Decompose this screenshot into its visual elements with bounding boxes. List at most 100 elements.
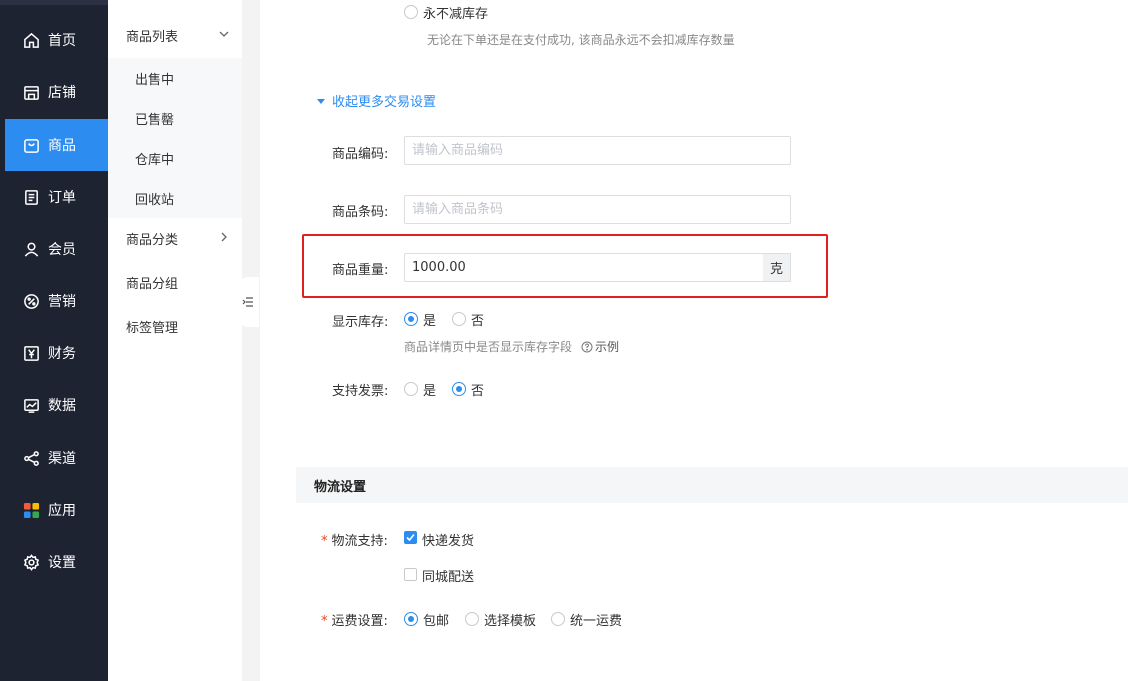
freight-text: 运费设置: (331, 614, 388, 629)
collapse-menu-icon (242, 297, 253, 307)
barcode-input[interactable] (404, 195, 791, 224)
chevron-down-icon (219, 31, 229, 37)
toggle-more-settings[interactable]: 收起更多交易设置 (316, 91, 436, 110)
submenu-item-label: 仓库中 (135, 152, 175, 168)
submenu-group-grouping[interactable]: 商品分组 (108, 260, 242, 304)
submenu-group-label: 商品列表 (126, 29, 179, 45)
main-nav: 首页 店铺 商品 订单 会员 营销 财务 数据 渠道 应用 设置 (0, 0, 108, 681)
nav-item-settings[interactable]: 设置 (0, 536, 108, 588)
weight-unit: 克 (763, 253, 791, 282)
nav-item-apps[interactable]: 应用 (0, 484, 108, 536)
show-stock-example-link[interactable]: 示例 (581, 338, 619, 355)
submenu-group-label: 商品分组 (126, 276, 179, 292)
nav-label: 会员 (48, 242, 76, 258)
submenu-item-label: 回收站 (135, 192, 175, 208)
nav-label: 数据 (48, 398, 76, 414)
home-icon (22, 31, 40, 49)
flat-rate-label: 统一运费 (570, 614, 623, 629)
code-input[interactable] (404, 136, 791, 165)
express-label: 快递发货 (422, 534, 475, 549)
nav-item-orders[interactable]: 订单 (0, 171, 108, 223)
show-stock-label: 显示库存: (332, 315, 389, 330)
order-icon (22, 188, 40, 206)
chevron-right-icon (221, 232, 227, 242)
express-checkbox[interactable] (404, 531, 417, 544)
submenu-list: 出售中 已售罄 仓库中 回收站 (108, 58, 242, 218)
nav-label: 营销 (48, 294, 76, 310)
store-icon (22, 83, 40, 101)
help-circle-icon (581, 341, 593, 352)
nav-item-channels[interactable]: 渠道 (0, 432, 108, 484)
local-delivery-checkbox[interactable] (404, 568, 417, 581)
invoice-label: 支持发票: (332, 384, 389, 399)
nav-label: 店铺 (48, 85, 76, 101)
nav-item-home[interactable]: 首页 (0, 14, 108, 66)
submenu-item-label: 出售中 (135, 72, 175, 88)
toggle-more-label: 收起更多交易设置 (332, 95, 437, 110)
logistics-section-title: 物流设置 (314, 479, 367, 495)
finance-icon (22, 344, 40, 362)
flat-rate-radio[interactable] (551, 612, 565, 626)
goods-edit-form: 永不减库存 无论在下单还是在支付成功, 该商品永远不会扣减库存数量 收起更多交易… (260, 0, 1128, 681)
nav-item-store[interactable]: 店铺 (0, 66, 108, 118)
show-stock-example-label: 示例 (595, 340, 620, 354)
show-stock-no-label: 否 (471, 314, 485, 329)
nav-item-members[interactable]: 会员 (0, 223, 108, 275)
nav-item-goods[interactable]: 商品 (5, 119, 108, 171)
invoice-yes-label: 是 (423, 384, 437, 399)
check-icon (406, 533, 415, 542)
apps-icon (22, 501, 40, 519)
weight-input[interactable] (404, 253, 764, 282)
show-stock-no-radio[interactable] (452, 312, 466, 326)
submenu-group-category[interactable]: 商品分类 (108, 216, 242, 260)
collapse-menu-button[interactable] (237, 277, 259, 327)
freight-label: * 运费设置: (321, 610, 388, 629)
nav-label: 首页 (48, 33, 76, 49)
required-asterisk: * (321, 614, 328, 629)
nav-item-data[interactable]: 数据 (0, 379, 108, 431)
logistics-section-header: 物流设置 (296, 467, 1128, 503)
submenu-group-label: 标签管理 (126, 320, 179, 336)
bag-icon (22, 136, 40, 154)
submenu-group-goods-list[interactable]: 商品列表 (108, 13, 242, 57)
submenu-item-recycle-bin[interactable]: 回收站 (108, 178, 242, 218)
nav-label: 订单 (48, 190, 76, 206)
logistics-support-label: * 物流支持: (321, 530, 388, 549)
required-asterisk: * (321, 534, 328, 549)
goods-submenu: 商品列表 出售中 已售罄 仓库中 回收站 商品分类 商品分组 标签管理 (108, 0, 242, 681)
nav-label: 渠道 (48, 451, 76, 467)
submenu-item-on-sale[interactable]: 出售中 (108, 58, 242, 98)
weight-label: 商品重量: (332, 263, 389, 278)
submenu-item-sold-out[interactable]: 已售罄 (108, 98, 242, 138)
gear-icon (22, 553, 40, 571)
show-stock-yes-radio[interactable] (404, 312, 418, 326)
nav-label: 商品 (48, 138, 76, 154)
select-template-label: 选择模板 (484, 614, 537, 629)
free-shipping-radio[interactable] (404, 612, 418, 626)
user-icon (22, 240, 40, 258)
nav-item-finance[interactable]: 财务 (0, 327, 108, 379)
logistics-support-text: 物流支持: (331, 534, 388, 549)
nav-label: 设置 (48, 555, 76, 571)
stock-never-radio[interactable] (404, 5, 418, 19)
show-stock-yes-label: 是 (423, 314, 437, 329)
stock-never-label: 永不减库存 (423, 7, 489, 22)
data-icon (22, 396, 40, 414)
select-template-radio[interactable] (465, 612, 479, 626)
invoice-yes-radio[interactable] (404, 382, 418, 396)
caret-down-icon (317, 98, 325, 104)
invoice-no-radio[interactable] (452, 382, 466, 396)
submenu-item-warehouse[interactable]: 仓库中 (108, 138, 242, 178)
invoice-no-label: 否 (471, 384, 485, 399)
nav-item-marketing[interactable]: 营销 (0, 275, 108, 327)
submenu-group-tags[interactable]: 标签管理 (108, 304, 242, 348)
local-delivery-label: 同城配送 (422, 570, 475, 585)
marketing-icon (22, 292, 40, 310)
show-stock-hint: 商品详情页中是否显示库存字段 (404, 340, 573, 354)
nav-label: 应用 (48, 503, 76, 519)
stock-never-hint: 无论在下单还是在支付成功, 该商品永远不会扣减库存数量 (427, 33, 735, 47)
channel-icon (22, 449, 40, 467)
submenu-group-label: 商品分类 (126, 232, 179, 248)
code-label: 商品编码: (332, 147, 389, 162)
content-gutter (242, 0, 260, 681)
